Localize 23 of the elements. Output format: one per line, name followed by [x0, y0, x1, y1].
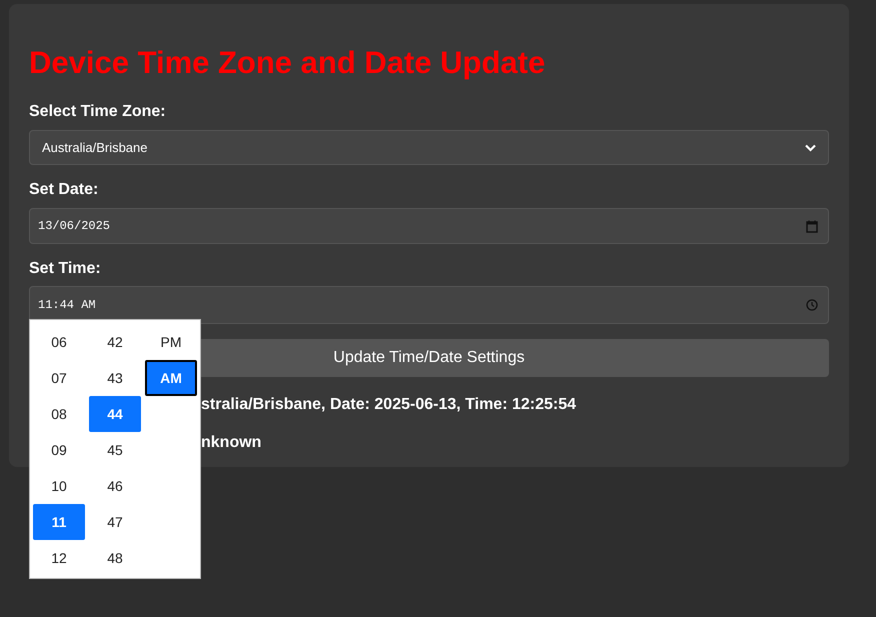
field-label: Select Time Zone: [29, 102, 166, 122]
picker-option[interactable]: 08 [33, 396, 85, 432]
page-title: Device Time Zone and Date Update [29, 44, 546, 82]
calendar-icon[interactable] [806, 220, 818, 232]
picker-option[interactable]: 45 [89, 432, 141, 468]
picker-option[interactable]: 09 [33, 432, 85, 468]
picker-option[interactable]: 11 [33, 504, 85, 540]
picker-option[interactable]: 10 [33, 468, 85, 504]
picker-option[interactable]: AM [145, 360, 197, 396]
picker-option[interactable]: 46 [89, 468, 141, 504]
picker-option[interactable]: 12 [33, 540, 85, 576]
time-field[interactable]: 11:44 AM [29, 286, 829, 324]
picker-option[interactable]: 48 [89, 540, 141, 576]
status-text: stralia/Brisbane, Date: 2025-06-13, Time: 12:25:54 [201, 395, 576, 415]
timezone-select[interactable]: Australia/Brisbane [29, 130, 829, 165]
field-label: Set Date: [29, 180, 98, 200]
date-field[interactable]: 13/06/2025 [29, 208, 829, 244]
field-label: Set Time: [29, 259, 101, 279]
picker-option[interactable]: 44 [89, 396, 141, 432]
picker-option[interactable]: 47 [89, 504, 141, 540]
clock-icon[interactable] [806, 299, 818, 311]
chevron-down-icon [805, 144, 816, 152]
status-text: nknown [201, 433, 262, 453]
